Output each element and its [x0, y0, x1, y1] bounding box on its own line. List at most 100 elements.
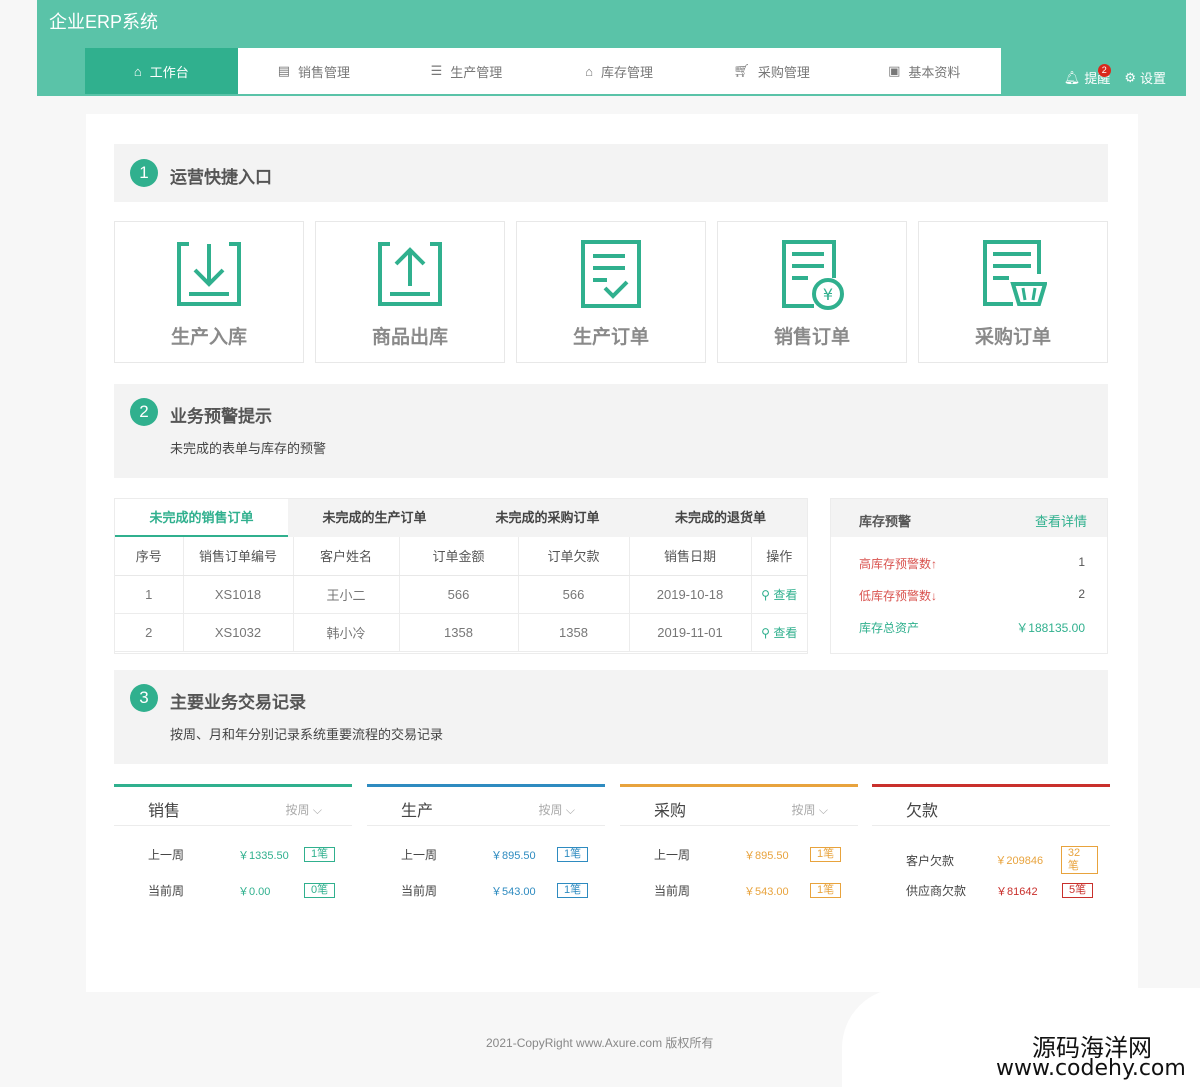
footer-copyright: 2021-CopyRight www.Axure.com 版权所有: [486, 1036, 714, 1050]
record-card-title: 采购: [654, 803, 687, 820]
nav-item-workbench[interactable]: ⌂ 工作台: [85, 48, 238, 94]
record-label: 上一周: [148, 848, 185, 862]
home-icon: ⌂: [133, 63, 142, 79]
main-content: 1 运营快捷入口 生产入库 商品出库 生产订单 ¥ 销售订单 采购订单 2 业务…: [86, 114, 1138, 992]
header-actions: 🔔︎ 提醒 2 ⚙ 设置: [1050, 64, 1166, 87]
cell-date: 2019-11-01: [629, 613, 752, 652]
stock-warning-header: 库存预警 查看详情: [831, 499, 1107, 537]
tab-sales-orders[interactable]: 未完成的销售订单: [115, 499, 288, 537]
app-title: 企业ERP系统: [49, 12, 159, 32]
column-header: 操作: [751, 537, 807, 576]
record-row: 客户欠款 ￥209846 32笔: [906, 846, 1099, 874]
nav-item-sales[interactable]: ▤ 销售管理: [238, 48, 391, 94]
view-details-link[interactable]: 查看详情: [1035, 511, 1087, 530]
section-title: 运营快捷入口: [170, 168, 272, 187]
cell-customer: 韩小冷: [293, 613, 400, 652]
nav-item-label: 基本资料: [908, 64, 961, 80]
record-amount: ￥209846: [995, 855, 1044, 867]
period-dropdown[interactable]: 按周 ⌵: [792, 801, 828, 818]
nav-item-label: 库存管理: [601, 64, 654, 80]
table-row: 2 XS1032 韩小冷 1358 1358 2019-11-01 ⚲ 查看: [115, 613, 807, 652]
cell-amount: 566: [399, 575, 519, 614]
record-card-header: 生产 按周 ⌵: [367, 784, 605, 826]
stock-warning-panel: 库存预警 查看详情 高库存预警数↑ 1 低库存预警数↓ 2 库存总资产 ￥188…: [830, 498, 1108, 654]
cell-code: XS1032: [183, 613, 294, 652]
stock-warning-title: 库存预警: [859, 514, 912, 529]
orders-table: 序号 销售订单编号 客户姓名 订单金额 订单欠款 销售日期 操作 1 XS101…: [115, 537, 807, 652]
stock-row-value: 2: [1078, 587, 1085, 601]
record-card-title: 欠款: [906, 803, 939, 820]
record-card-header: 欠款: [872, 784, 1110, 826]
record-card-header: 销售 按周 ⌵: [114, 784, 352, 826]
image-icon: ▣: [888, 63, 901, 78]
quick-entry-label: 销售订单: [773, 327, 850, 348]
quick-entry-production-order[interactable]: 生产订单: [516, 221, 706, 363]
stock-row-low[interactable]: 低库存预警数↓ 2: [859, 587, 1085, 604]
cell-date: 2019-10-18: [629, 575, 752, 614]
search-icon: ⚲: [761, 625, 770, 640]
column-header: 销售日期: [629, 537, 752, 576]
section-number: 3: [130, 684, 158, 712]
record-amount: ￥1335.50: [238, 849, 289, 862]
section-description: 按周、月和年分别记录系统重要流程的交易记录: [170, 727, 444, 742]
quick-entry-production-in[interactable]: 生产入库: [114, 221, 304, 363]
record-count: 1笔: [557, 847, 589, 862]
tab-return-orders[interactable]: 未完成的退货单: [634, 499, 807, 537]
section-number: 2: [130, 398, 158, 426]
quick-entry-purchase-order[interactable]: 采购订单: [918, 221, 1108, 363]
notification-badge: 2: [1097, 64, 1111, 77]
record-label: 当前周: [401, 884, 438, 898]
period-dropdown[interactable]: 按周 ⌵: [286, 801, 322, 818]
record-amount: ￥543.00: [744, 885, 789, 898]
top-header: 企业ERP系统 ⌂ 工作台 ▤ 销售管理 ☰ 生产管理 ⌂ 库存管理 🛒︎ 采购…: [37, 0, 1186, 96]
section-quick-entry-header: 1 运营快捷入口: [114, 144, 1108, 202]
settings-button[interactable]: ⚙ 设置: [1124, 68, 1166, 87]
stock-row-label: 库存总资产: [859, 621, 920, 635]
record-label: 客户欠款: [906, 853, 955, 868]
tab-production-orders[interactable]: 未完成的生产订单: [288, 499, 461, 537]
view-link[interactable]: ⚲ 查看: [761, 588, 797, 602]
record-label: 供应商欠款: [906, 884, 967, 898]
remind-button[interactable]: 🔔︎ 提醒 2: [1064, 64, 1111, 87]
record-count: 0笔: [304, 883, 336, 898]
stock-row-high[interactable]: 高库存预警数↑ 1: [859, 555, 1085, 572]
period-dropdown[interactable]: 按周 ⌵: [539, 801, 575, 818]
record-row: 当前周 ￥0.00 0笔: [148, 882, 340, 899]
view-label: 查看: [773, 587, 798, 602]
unfinished-orders-panel: 未完成的销售订单 未完成的生产订单 未完成的采购订单 未完成的退货单 序号 销售…: [114, 498, 808, 654]
record-amount: ￥0.00: [238, 885, 271, 898]
record-row: 当前周 ￥543.00 1笔: [401, 882, 593, 899]
record-label: 上一周: [401, 848, 438, 862]
record-amount: ￥81642: [996, 885, 1038, 898]
table-header-row: 序号 销售订单编号 客户姓名 订单金额 订单欠款 销售日期 操作: [115, 537, 807, 576]
nav-item-label: 生产管理: [450, 64, 503, 80]
nav-item-production[interactable]: ☰ 生产管理: [390, 48, 543, 94]
nav-item-basic-data[interactable]: ▣ 基本资料: [848, 48, 1001, 94]
section-number: 1: [130, 159, 158, 187]
nav-item-inventory[interactable]: ⌂ 库存管理: [543, 48, 696, 94]
quick-entry-sales-order[interactable]: ¥ 销售订单: [717, 221, 907, 363]
nav-item-label: 工作台: [149, 64, 189, 80]
record-amount: ￥543.00: [491, 885, 536, 898]
column-header: 订单金额: [399, 537, 519, 576]
quick-entry-goods-out[interactable]: 商品出库: [315, 221, 505, 363]
tab-purchase-orders[interactable]: 未完成的采购订单: [461, 499, 634, 537]
main-nav: ⌂ 工作台 ▤ 销售管理 ☰ 生产管理 ⌂ 库存管理 🛒︎ 采购管理 ▣ 基本资…: [85, 48, 1001, 94]
nav-item-label: 采购管理: [757, 64, 810, 80]
record-amount: ￥895.50: [491, 849, 536, 862]
stock-row-label: 高库存预警数↑: [859, 557, 938, 571]
record-row: 上一周 ￥895.50 1笔: [654, 846, 846, 863]
quick-entry-label: 商品出库: [371, 327, 448, 348]
order-tabs: 未完成的销售订单 未完成的生产订单 未完成的采购订单 未完成的退货单: [115, 499, 807, 537]
section-alert-header: 2 业务预警提示 未完成的表单与库存的预警: [114, 384, 1108, 478]
quick-entry-label: 生产入库: [170, 327, 247, 348]
warehouse-icon: ⌂: [585, 63, 593, 79]
section-title: 业务预警提示: [170, 407, 272, 426]
section-records-header: 3 主要业务交易记录 按周、月和年分别记录系统重要流程的交易记录: [114, 670, 1108, 764]
nav-item-purchase[interactable]: 🛒︎ 采购管理: [695, 48, 848, 94]
table-row: 1 XS1018 王小二 566 566 2019-10-18 ⚲ 查看: [115, 575, 807, 614]
view-link[interactable]: ⚲ 查看: [761, 626, 797, 640]
dropdown-label: 按周: [538, 803, 563, 817]
record-card-production: 生产 按周 ⌵ 上一周 ￥895.50 1笔 当前周 ￥543.00 1笔: [367, 784, 605, 914]
record-row: 上一周 ￥1335.50 1笔: [148, 846, 340, 863]
